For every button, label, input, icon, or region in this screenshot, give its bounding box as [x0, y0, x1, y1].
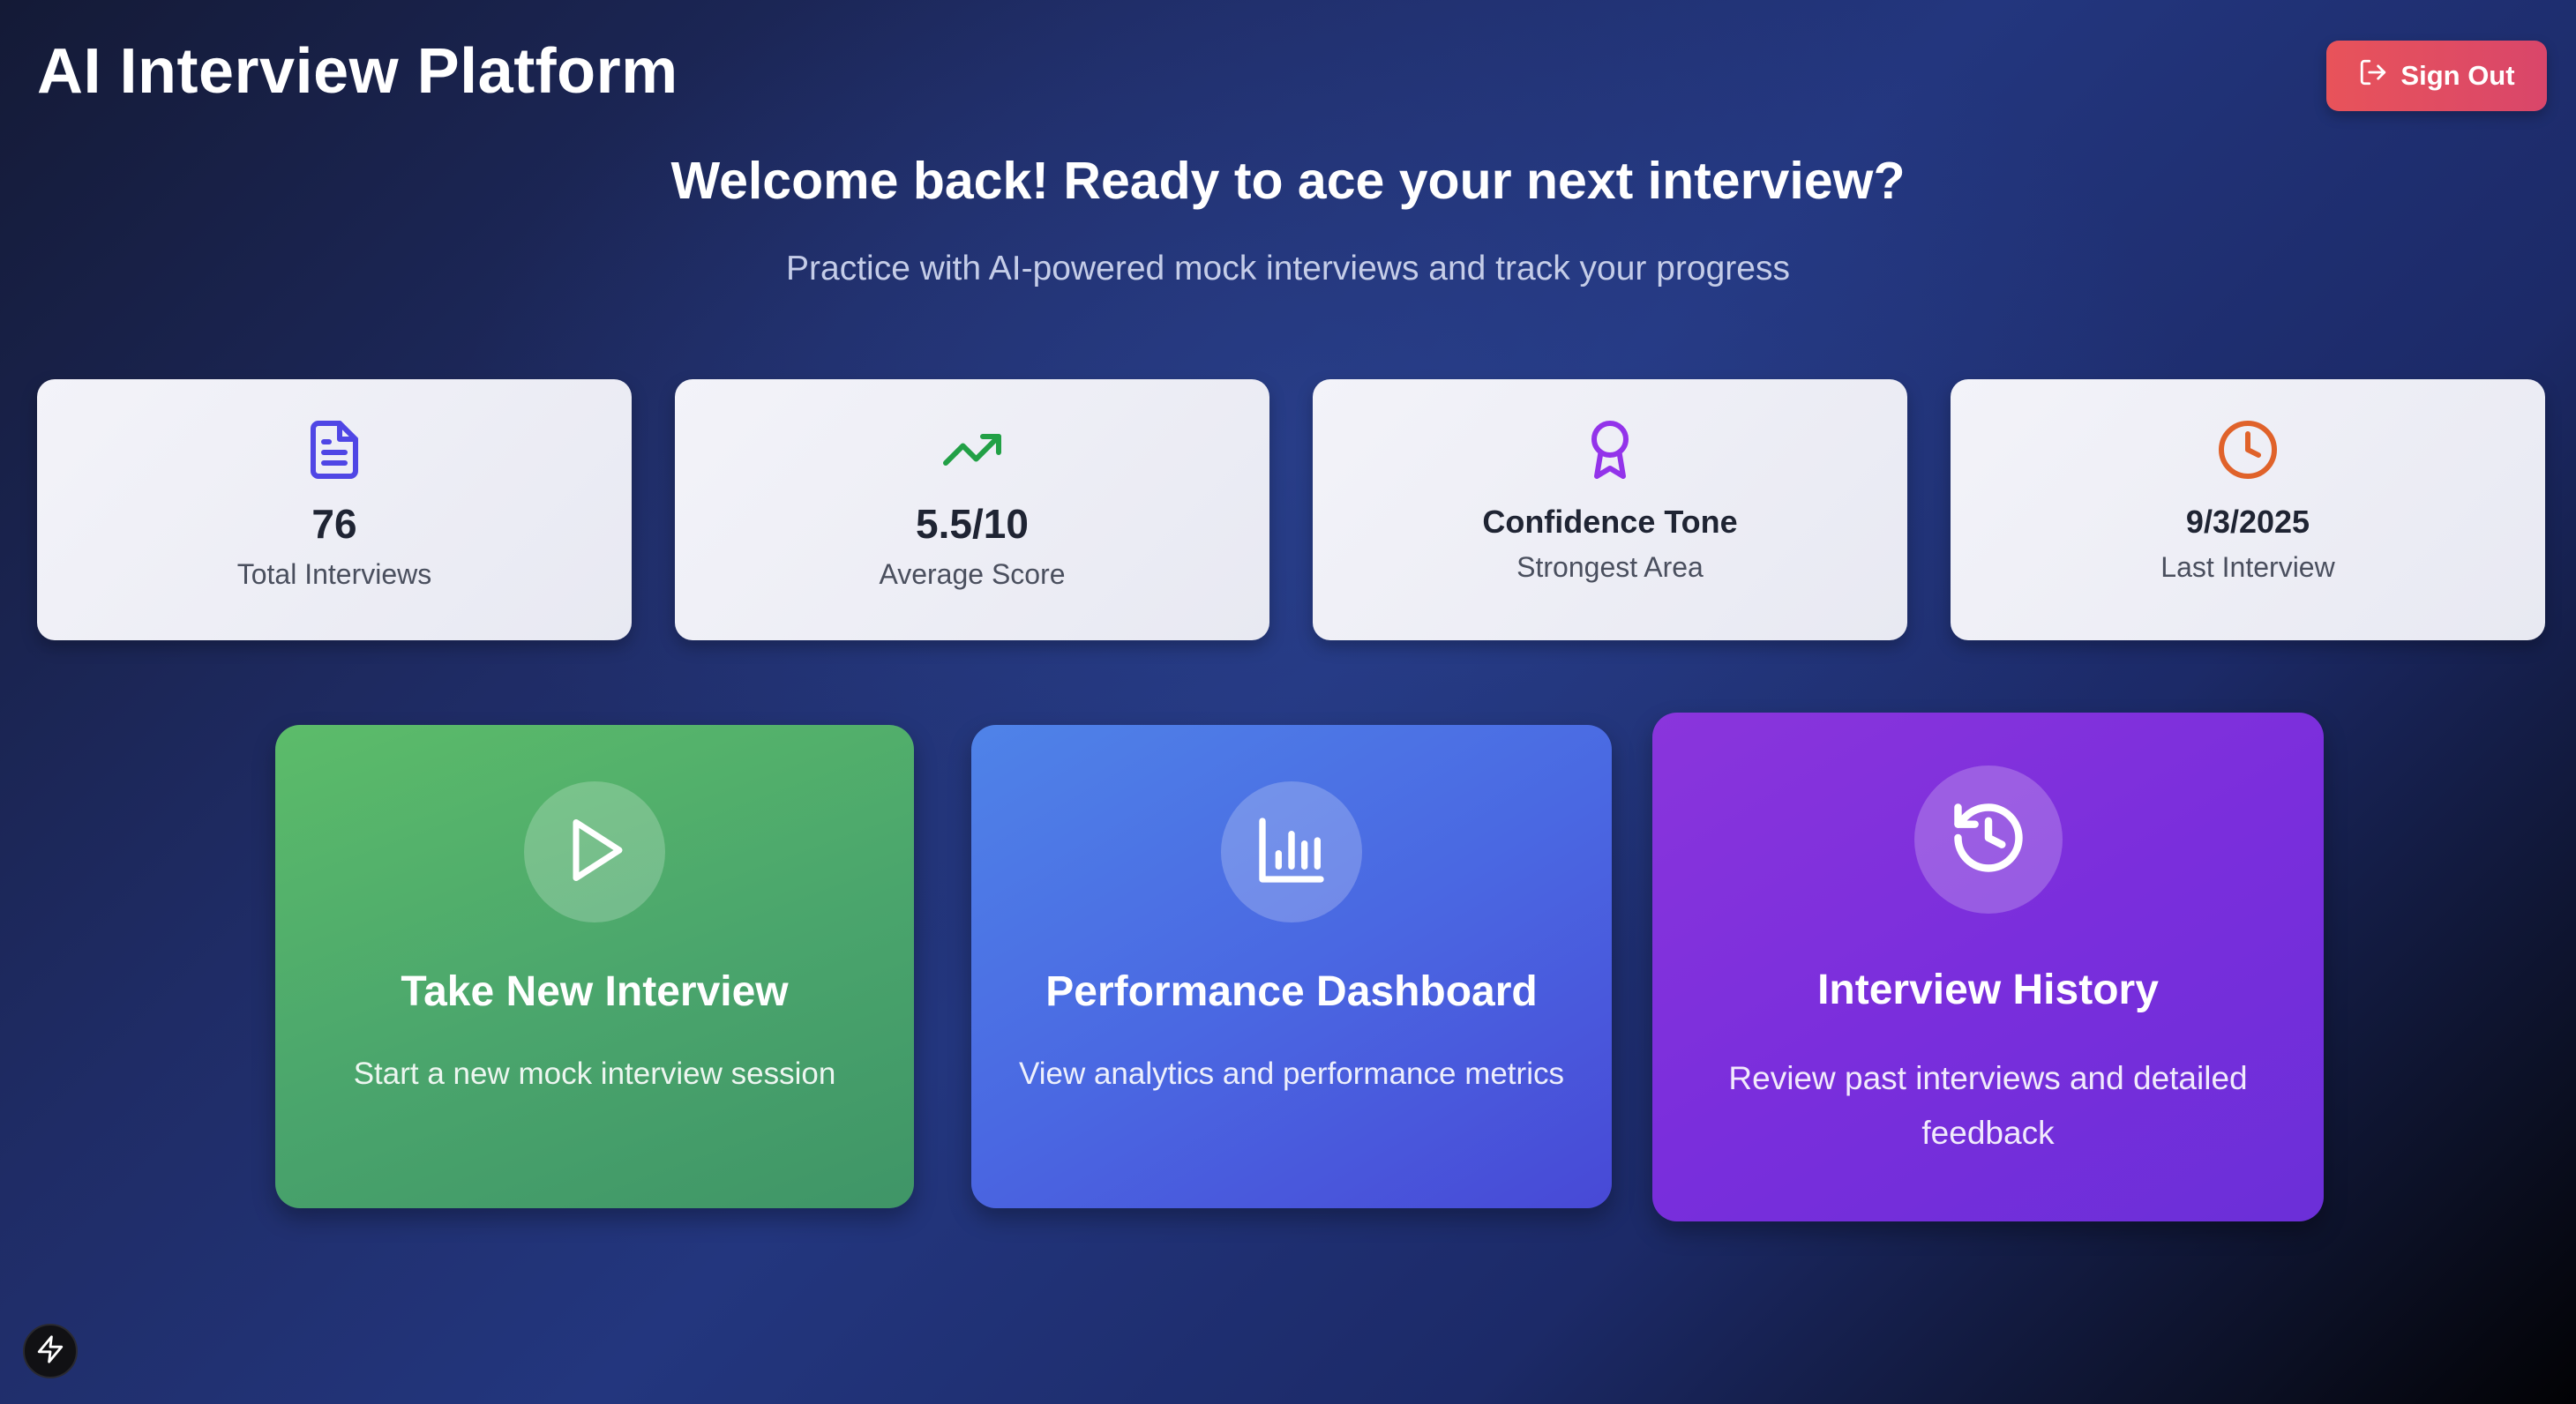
stat-label: Last Interview	[2160, 551, 2335, 583]
card-title: Performance Dashboard	[1045, 968, 1538, 1015]
sign-out-button[interactable]: Sign Out	[2326, 41, 2547, 111]
clock-icon	[2216, 418, 2280, 482]
card-title: Interview History	[1817, 967, 2159, 1013]
bar-chart-icon	[1253, 811, 1330, 893]
lightning-bolt-badge[interactable]	[23, 1324, 78, 1378]
sign-out-label: Sign Out	[2400, 60, 2515, 91]
award-icon	[1578, 418, 1642, 482]
trending-up-icon	[940, 418, 1004, 482]
play-icon	[558, 813, 632, 892]
stat-label: Total Interviews	[236, 558, 432, 590]
history-icon-circle	[1913, 765, 2063, 914]
app-title: AI Interview Platform	[37, 36, 678, 107]
stat-card-last-interview: 9/3/2025 Last Interview	[1951, 379, 2545, 640]
card-description: Review past interviews and detailed feed…	[1728, 1060, 2248, 1151]
stat-card-average-score: 5.5/10 Average Score	[675, 379, 1269, 640]
stat-value: 9/3/2025	[2185, 504, 2310, 540]
stat-value: 5.5/10	[916, 501, 1029, 547]
stat-label: Average Score	[879, 558, 1066, 590]
take-new-interview-card[interactable]: Take New Interview Start a new mock inte…	[275, 725, 914, 1208]
sign-out-icon	[2358, 57, 2388, 94]
welcome-subtitle: Practice with AI-powered mock interviews…	[786, 250, 1790, 288]
history-icon	[1948, 797, 2029, 883]
stat-value: Confidence Tone	[1482, 504, 1738, 540]
stat-label: Strongest Area	[1516, 551, 1704, 583]
stat-card-strongest-area: Confidence Tone Strongest Area	[1313, 379, 1907, 640]
document-icon	[303, 418, 366, 482]
performance-dashboard-card[interactable]: Performance Dashboard View analytics and…	[971, 725, 1612, 1208]
card-description: Start a new mock interview session	[353, 1057, 836, 1091]
bar-chart-icon-circle	[1221, 781, 1362, 922]
card-description: View analytics and performance metrics	[1019, 1057, 1564, 1091]
play-icon-circle	[524, 781, 665, 922]
stat-card-total-interviews: 76 Total Interviews	[37, 379, 632, 640]
interview-history-card[interactable]: Interview History Review past interviews…	[1652, 713, 2324, 1221]
stat-value: 76	[311, 501, 357, 547]
lightning-bolt-icon	[35, 1334, 65, 1369]
welcome-heading: Welcome back! Ready to ace your next int…	[670, 152, 1906, 210]
card-title: Take New Interview	[401, 968, 789, 1015]
